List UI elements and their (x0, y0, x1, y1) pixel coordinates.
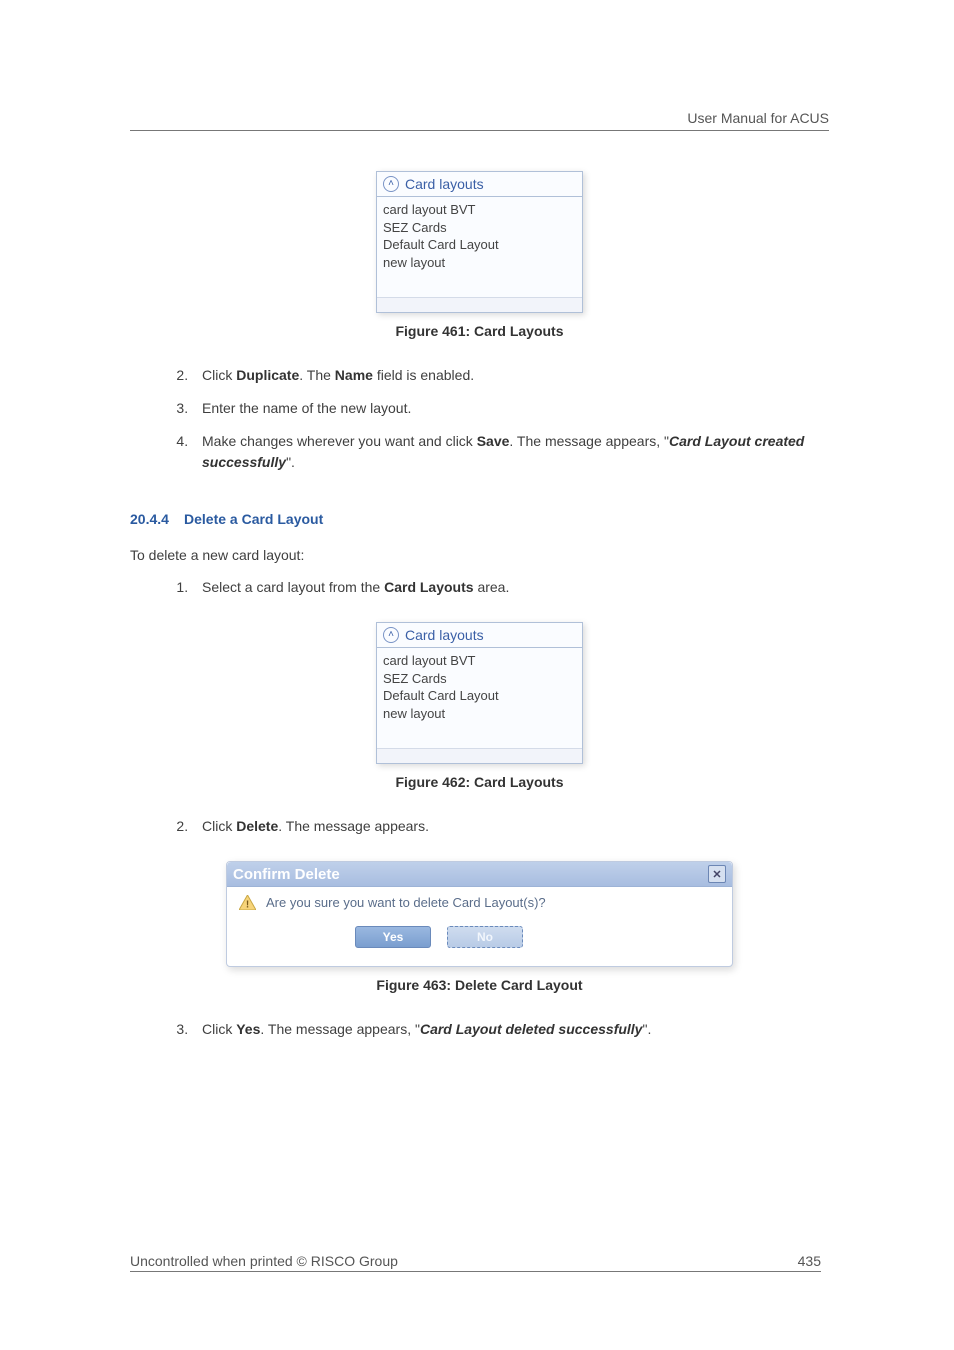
list-item[interactable]: SEZ Cards (383, 219, 576, 237)
step-item: Click Yes. The message appears, "Card La… (192, 1019, 829, 1040)
collapse-icon[interactable]: ˄ (383, 627, 399, 643)
list-item[interactable]: Default Card Layout (383, 687, 576, 705)
steps-list-b3: Click Yes. The message appears, "Card La… (130, 1019, 829, 1040)
page-footer: Uncontrolled when printed © RISCO Group … (130, 1233, 821, 1272)
intro-text: To delete a new card layout: (130, 547, 829, 563)
step-item: Select a card layout from the Card Layou… (192, 577, 829, 598)
yes-button[interactable]: Yes (355, 926, 431, 948)
footer-left: Uncontrolled when printed © RISCO Group (130, 1253, 398, 1269)
section-title: Delete a Card Layout (184, 511, 323, 527)
list-item[interactable]: new layout (383, 705, 576, 723)
figure-caption-2: Figure 462: Card Layouts (130, 774, 829, 790)
steps-list-b1: Select a card layout from the Card Layou… (130, 577, 829, 598)
confirm-delete-dialog: Confirm Delete ✕ ! Are you sure you want… (226, 861, 733, 967)
svg-text:!: ! (246, 900, 249, 911)
no-button[interactable]: No (447, 926, 523, 948)
collapse-icon[interactable]: ˄ (383, 176, 399, 192)
header-right-text: User Manual for ACUS (687, 110, 829, 126)
list-item[interactable]: card layout BVT (383, 201, 576, 219)
panel-title: Card layouts (405, 176, 484, 192)
list-item[interactable]: Default Card Layout (383, 236, 576, 254)
page-number: 435 (798, 1253, 821, 1269)
step-item: Click Delete. The message appears. (192, 816, 829, 837)
dialog-message: Are you sure you want to delete Card Lay… (266, 895, 546, 910)
step-item: Click Duplicate. The Name field is enabl… (192, 365, 829, 386)
panel-footer (377, 297, 582, 312)
figure-caption-1: Figure 461: Card Layouts (130, 323, 829, 339)
panel-header: ˄ Card layouts (377, 172, 582, 197)
dialog-title: Confirm Delete (233, 866, 340, 883)
page-header: User Manual for ACUS (130, 110, 829, 131)
panel-header: ˄ Card layouts (377, 623, 582, 648)
panel-list: card layout BVT SEZ Cards Default Card L… (377, 648, 582, 748)
figure-caption-3: Figure 463: Delete Card Layout (130, 977, 829, 993)
card-layouts-panel-2: ˄ Card layouts card layout BVT SEZ Cards… (376, 622, 583, 764)
list-item[interactable]: card layout BVT (383, 652, 576, 670)
dialog-body: ! Are you sure you want to delete Card L… (227, 887, 732, 966)
list-item[interactable]: SEZ Cards (383, 670, 576, 688)
close-icon[interactable]: ✕ (708, 865, 726, 883)
list-item[interactable]: new layout (383, 254, 576, 272)
card-layouts-panel-1: ˄ Card layouts card layout BVT SEZ Cards… (376, 171, 583, 313)
panel-list: card layout BVT SEZ Cards Default Card L… (377, 197, 582, 297)
step-item: Make changes wherever you want and click… (192, 431, 829, 473)
section-heading: 20.4.4Delete a Card Layout (130, 511, 829, 527)
step-item: Enter the name of the new layout. (192, 398, 829, 419)
warning-icon: ! (239, 895, 256, 910)
section-number: 20.4.4 (130, 511, 184, 527)
panel-footer (377, 748, 582, 763)
panel-title: Card layouts (405, 627, 484, 643)
dialog-titlebar: Confirm Delete ✕ (227, 862, 732, 887)
steps-list-b2: Click Delete. The message appears. (130, 816, 829, 837)
steps-list-a: Click Duplicate. The Name field is enabl… (130, 365, 829, 473)
